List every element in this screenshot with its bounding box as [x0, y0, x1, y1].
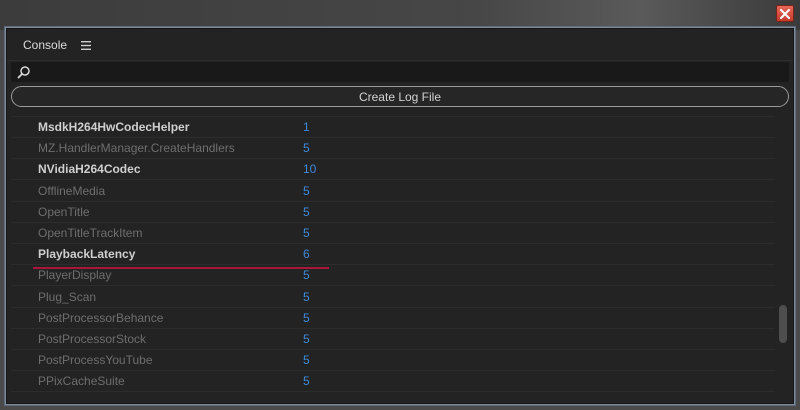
row-name: MZ.HandlerManager.CreateHandlers: [38, 141, 235, 156]
row-name: PPixCacheSuite: [38, 374, 125, 389]
create-log-file-button[interactable]: Create Log File: [11, 86, 789, 107]
row-name: PlaybackLatency: [38, 247, 136, 262]
log-list: MsdkH264HwCodecHelper 1 MZ.HandlerManager.…: [11, 109, 775, 401]
table-row[interactable]: MZ.HandlerManager.CreateHandlers 5: [11, 138, 775, 160]
close-button[interactable]: [776, 5, 794, 22]
row-name: PostProcessorStock: [38, 332, 147, 346]
row-name: OpenTitle: [38, 204, 90, 219]
row-count: 6: [303, 247, 310, 262]
row-count: 5: [303, 141, 310, 156]
table-row[interactable]: PostProcessYouTube 5: [11, 350, 775, 372]
table-row[interactable]: NVidiaH264Codec 10: [11, 159, 775, 181]
row-name: PlayerDisplay: [38, 268, 112, 283]
row-count: 5: [303, 310, 310, 325]
row-name: OpenTitleTrackItem: [38, 226, 143, 240]
row-count: 5: [303, 204, 310, 219]
table-row[interactable]: MsdkH264HwCodecHelper 1: [11, 117, 775, 138]
table-row[interactable]: PPixCacheSuite 5: [11, 371, 775, 393]
row-count: 5: [303, 268, 310, 283]
highlight-underline: [33, 267, 329, 269]
close-icon: [780, 8, 790, 19]
table-row[interactable]: OpenTitle 5: [11, 202, 775, 223]
table-row[interactable]: PlaybackLatency 6: [11, 244, 775, 266]
scrollbar-thumb[interactable]: [779, 305, 787, 343]
hamburger-icon[interactable]: [81, 41, 91, 50]
table-row[interactable]: OpenTitleTrackItem 5: [11, 223, 775, 244]
row-count: 5: [303, 183, 310, 198]
panel-header: Console: [7, 29, 793, 61]
search-bar: [11, 62, 789, 82]
row-count: 5: [303, 226, 310, 240]
table-row[interactable]: OfflineMedia 5: [11, 181, 775, 202]
search-icon: [17, 66, 30, 79]
row-count: 5: [303, 374, 310, 389]
row-count: 5: [303, 353, 310, 368]
row-name: PostProcessYouTube: [38, 353, 153, 368]
row-count: 1: [303, 120, 310, 134]
row-count: 10: [303, 162, 317, 177]
row-name: Plug_Scan: [38, 289, 97, 304]
row-count: 5: [303, 289, 310, 304]
table-row[interactable]: Plug_Scan 5: [11, 287, 775, 308]
row-count: 5: [303, 332, 310, 346]
table-row[interactable]: PostProcessorStock 5: [11, 329, 775, 350]
row-name: OfflineMedia: [38, 183, 106, 198]
console-tab[interactable]: Console: [23, 38, 67, 52]
search-input[interactable]: [37, 62, 783, 82]
scrollbar-track[interactable]: [779, 109, 789, 401]
row-name: PostProcessorBehance: [38, 310, 164, 325]
console-panel: Console Create Log File MsdkH264HwCodecH…: [6, 28, 794, 404]
row-name: MsdkH264HwCodecHelper: [38, 120, 190, 134]
table-row[interactable]: PostProcessorBehance 5: [11, 308, 775, 329]
row-name: NVidiaH264Codec: [38, 162, 141, 177]
